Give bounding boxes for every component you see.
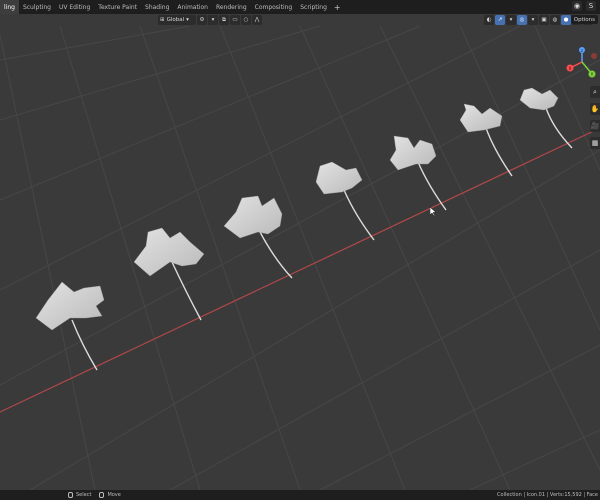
leaf-object-7: [519, 87, 573, 149]
tab-texture-paint[interactable]: Texture Paint: [94, 0, 141, 14]
x-axis-line: [0, 127, 600, 413]
xray-icon[interactable]: ▣: [539, 15, 549, 25]
scene-icon[interactable]: ◉: [572, 1, 582, 11]
tab-sculpting[interactable]: Sculpting: [19, 0, 55, 14]
gizmo-toggle-icon[interactable]: ↗: [495, 15, 505, 25]
status-move: Move: [99, 492, 121, 498]
gizmo-neg-x-handle: [591, 53, 597, 59]
pan-icon[interactable]: ✋: [590, 103, 600, 115]
leaf-object-1: [35, 281, 105, 371]
transform-pivot-icon[interactable]: ⚙: [197, 15, 207, 25]
chevron-down-icon: ▾: [186, 17, 189, 23]
mouse-left-icon: [68, 492, 73, 498]
status-select: Select: [68, 492, 91, 498]
overlay-icon[interactable]: ◎: [517, 15, 527, 25]
shading-wireframe-icon[interactable]: ◍: [550, 15, 560, 25]
status-hints: Select Move: [68, 492, 121, 498]
proportional-edit-icon[interactable]: ○: [241, 15, 251, 25]
move-hint-label: Move: [107, 492, 121, 498]
snap-icon[interactable]: ⧉: [219, 15, 229, 25]
3d-viewport[interactable]: [0, 26, 600, 490]
options-button[interactable]: Options: [570, 15, 598, 24]
tab-shading[interactable]: Shading: [141, 0, 173, 14]
navigation-tools: ⌕ ✋ 🎥 ▦: [590, 86, 600, 149]
viewport-grid: [0, 26, 600, 490]
status-bar: Select Move Collection | Icon.01 | Verts…: [0, 490, 600, 500]
orientation-label: Global: [166, 17, 185, 23]
transform-tools-group: ⊞ Global ▾ ⚙ ▾ ⧉ ▭ ○ ⋀: [158, 15, 262, 25]
gizmo-y-label: Y: [590, 72, 594, 77]
tab-layout[interactable]: ling: [0, 0, 19, 14]
add-workspace-button[interactable]: +: [331, 0, 344, 14]
leaf-object-6: [459, 103, 513, 177]
camera-icon[interactable]: 🎥: [590, 120, 600, 132]
snap-target-icon[interactable]: ▭: [230, 15, 240, 25]
tab-rendering[interactable]: Rendering: [212, 0, 251, 14]
topbar-right-controls: ◉ S: [572, 1, 596, 11]
chevron-down-icon[interactable]: ▾: [528, 15, 538, 25]
mouse-middle-icon: [99, 492, 105, 498]
scene-selector-button[interactable]: S: [586, 1, 596, 11]
orientation-icon: ⊞: [160, 17, 165, 23]
chevron-down-icon[interactable]: ▾: [208, 15, 218, 25]
grid-view-icon[interactable]: ▦: [590, 137, 600, 149]
tab-animation[interactable]: Animation: [173, 0, 212, 14]
transform-orientation-dropdown[interactable]: ⊞ Global ▾: [158, 15, 196, 25]
mouse-cursor-icon: [430, 207, 437, 217]
tab-compositing[interactable]: Compositing: [251, 0, 297, 14]
select-hint-label: Select: [76, 492, 92, 498]
scene-stats: Collection | Icon.01 | Verts:15,592 | Fa…: [497, 492, 598, 498]
tab-scripting[interactable]: Scripting: [296, 0, 331, 14]
leaf-object-3: [223, 195, 293, 279]
navigation-gizmo[interactable]: X Y Z: [560, 44, 600, 84]
chevron-down-icon[interactable]: ▾: [506, 15, 516, 25]
workspace-tabs-bar: ling Sculpting UV Editing Texture Paint …: [0, 0, 600, 14]
zoom-icon[interactable]: ⌕: [590, 86, 600, 98]
visibility-icon[interactable]: ◐: [484, 15, 494, 25]
leaf-object-4: [315, 161, 375, 241]
tab-uv-editing[interactable]: UV Editing: [55, 0, 94, 14]
viewport-header: ⊞ Global ▾ ⚙ ▾ ⧉ ▭ ○ ⋀ ◐ ↗ ▾ ◎ ▾ ▣ ◍ ● ◉…: [0, 14, 600, 26]
falloff-icon[interactable]: ⋀: [252, 15, 262, 25]
leaf-object-5: [389, 135, 447, 211]
gizmo-x-label: X: [569, 66, 572, 71]
shading-solid-icon[interactable]: ●: [561, 15, 571, 25]
